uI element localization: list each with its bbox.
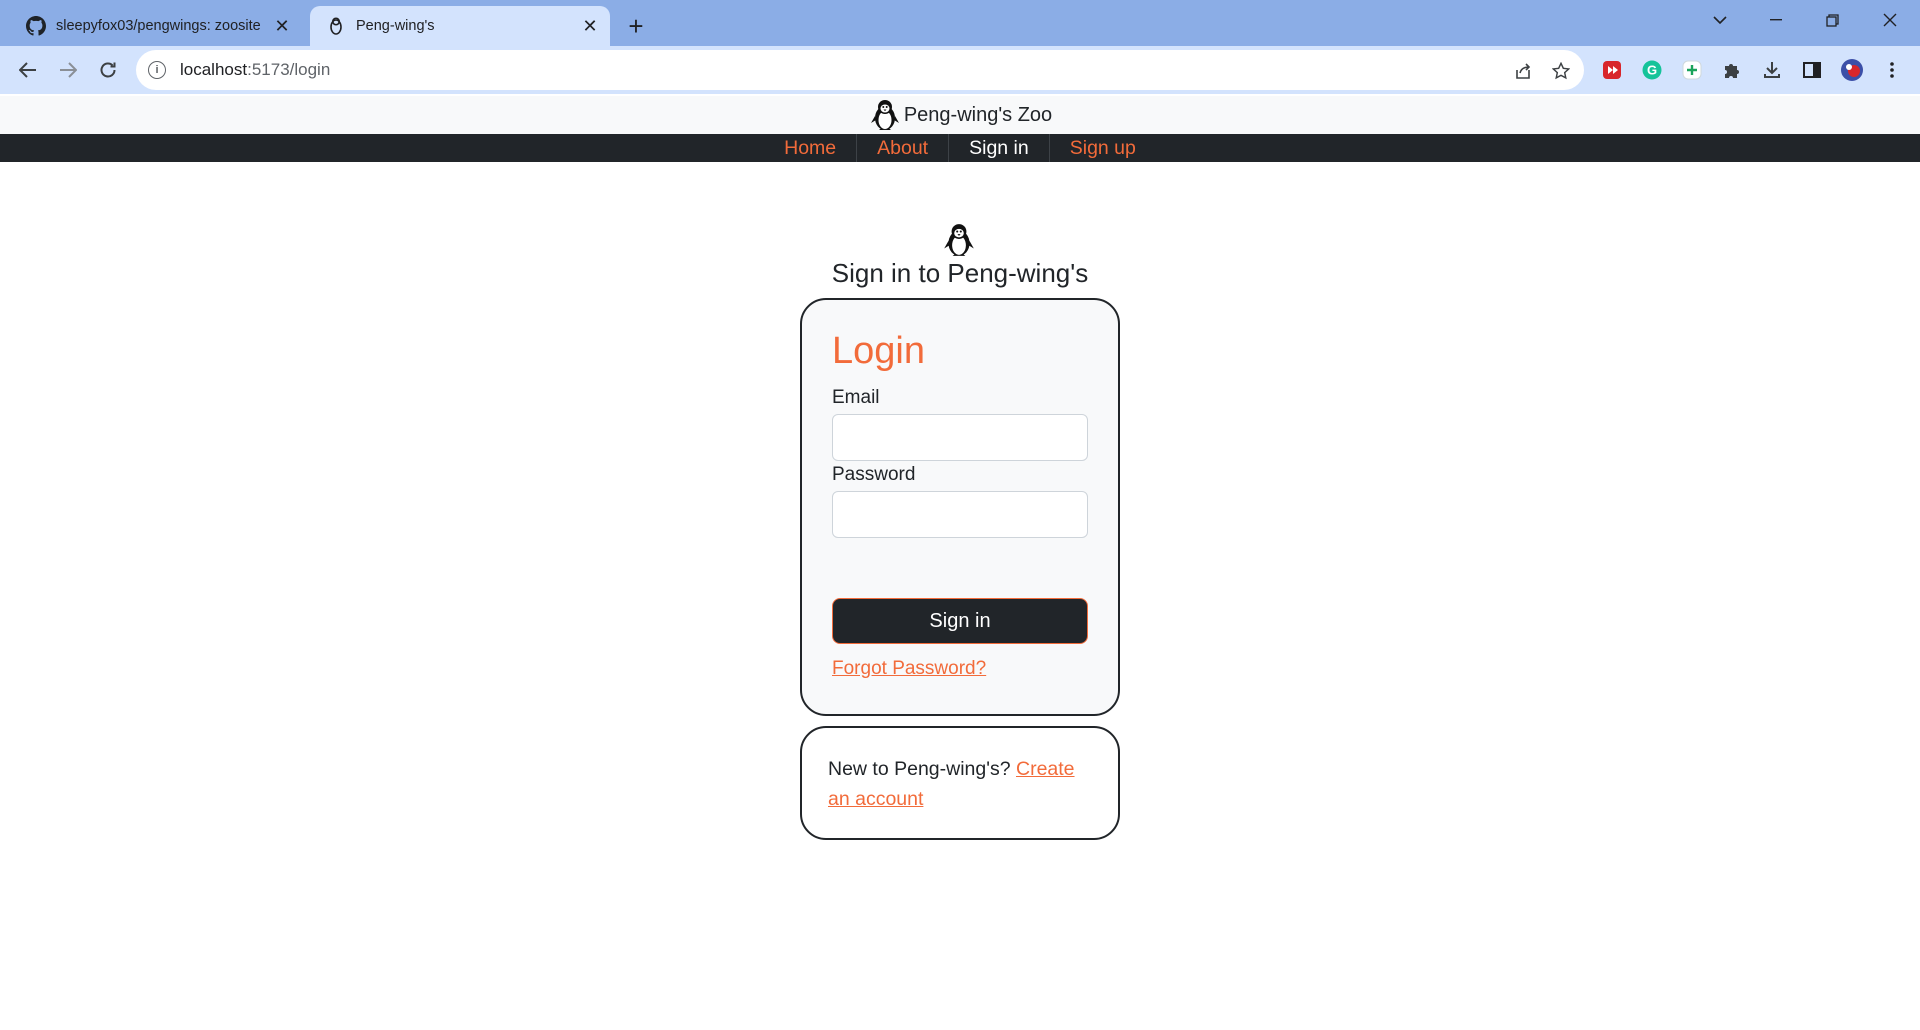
browser-tab-strip: sleepyfox03/pengwings: zoosite ✕ Peng-wi… [0, 0, 1920, 46]
tab-title: Peng-wing's [356, 18, 435, 34]
tab-search-icon[interactable] [1692, 0, 1748, 40]
new-tab-icon[interactable]: + [620, 10, 652, 42]
signup-prompt-card: New to Peng-wing's? Create an account [800, 726, 1120, 840]
browser-toolbar: i localhost:5173/login G [0, 46, 1920, 94]
back-icon[interactable] [12, 54, 44, 86]
extensions-puzzle-icon[interactable] [1720, 58, 1744, 82]
grammarly-icon[interactable]: G [1640, 58, 1664, 82]
bookmark-star-icon[interactable] [1550, 60, 1572, 82]
share-icon[interactable] [1512, 60, 1534, 82]
tab-title: sleepyfox03/pengwings: zoosite [56, 18, 261, 34]
penguin-logo-icon[interactable] [868, 98, 902, 132]
add-extension-icon[interactable] [1680, 58, 1704, 82]
password-label: Password [832, 464, 916, 485]
nav-sign-up[interactable]: Sign up [1050, 134, 1156, 162]
site-info-icon[interactable]: i [148, 61, 166, 79]
side-panel-icon[interactable] [1800, 58, 1824, 82]
site-header: Peng-wing's Zoo [0, 96, 1920, 134]
restore-icon[interactable] [1804, 0, 1860, 40]
url-text: localhost:5173/login [180, 60, 331, 79]
signup-prompt-text: New to Peng-wing's? [828, 758, 1011, 780]
site-brand[interactable]: Peng-wing's Zoo [904, 104, 1052, 127]
reload-icon[interactable] [92, 54, 124, 86]
browser-tab-github[interactable]: sleepyfox03/pengwings: zoosite ✕ [10, 6, 302, 46]
browser-menu-icon[interactable] [1880, 58, 1904, 82]
close-tab-icon[interactable]: ✕ [578, 14, 602, 38]
extension-red-icon[interactable] [1600, 58, 1624, 82]
sign-in-button[interactable]: Sign in [832, 598, 1088, 644]
login-title: Login [832, 330, 925, 372]
login-form: Login Email Password Sign in Forgot Pass… [800, 298, 1120, 716]
penguin-icon [326, 16, 346, 36]
github-icon [26, 16, 46, 36]
profile-avatar-icon[interactable] [1840, 58, 1864, 82]
nav-sign-in[interactable]: Sign in [949, 134, 1050, 162]
password-field[interactable] [832, 491, 1088, 538]
address-bar[interactable]: i localhost:5173/login [136, 50, 1584, 90]
nav-about[interactable]: About [857, 134, 950, 162]
forward-icon[interactable] [52, 54, 84, 86]
close-window-icon[interactable] [1862, 0, 1918, 40]
download-icon[interactable] [1760, 58, 1784, 82]
main-nav: Home About Sign in Sign up [0, 134, 1920, 162]
page-title: Sign in to Peng-wing's [831, 258, 1089, 288]
minimize-icon[interactable] [1748, 0, 1804, 40]
signup-prompt: New to Peng-wing's? Create an account [828, 754, 1098, 814]
forgot-password-link[interactable]: Forgot Password? [832, 658, 986, 680]
nav-home[interactable]: Home [764, 134, 858, 162]
browser-tab-pengwings[interactable]: Peng-wing's ✕ [310, 6, 610, 46]
close-tab-icon[interactable]: ✕ [270, 14, 294, 38]
email-label: Email [832, 387, 880, 408]
svg-text:G: G [1647, 63, 1657, 78]
email-field[interactable] [832, 414, 1088, 461]
penguin-icon [944, 224, 974, 256]
